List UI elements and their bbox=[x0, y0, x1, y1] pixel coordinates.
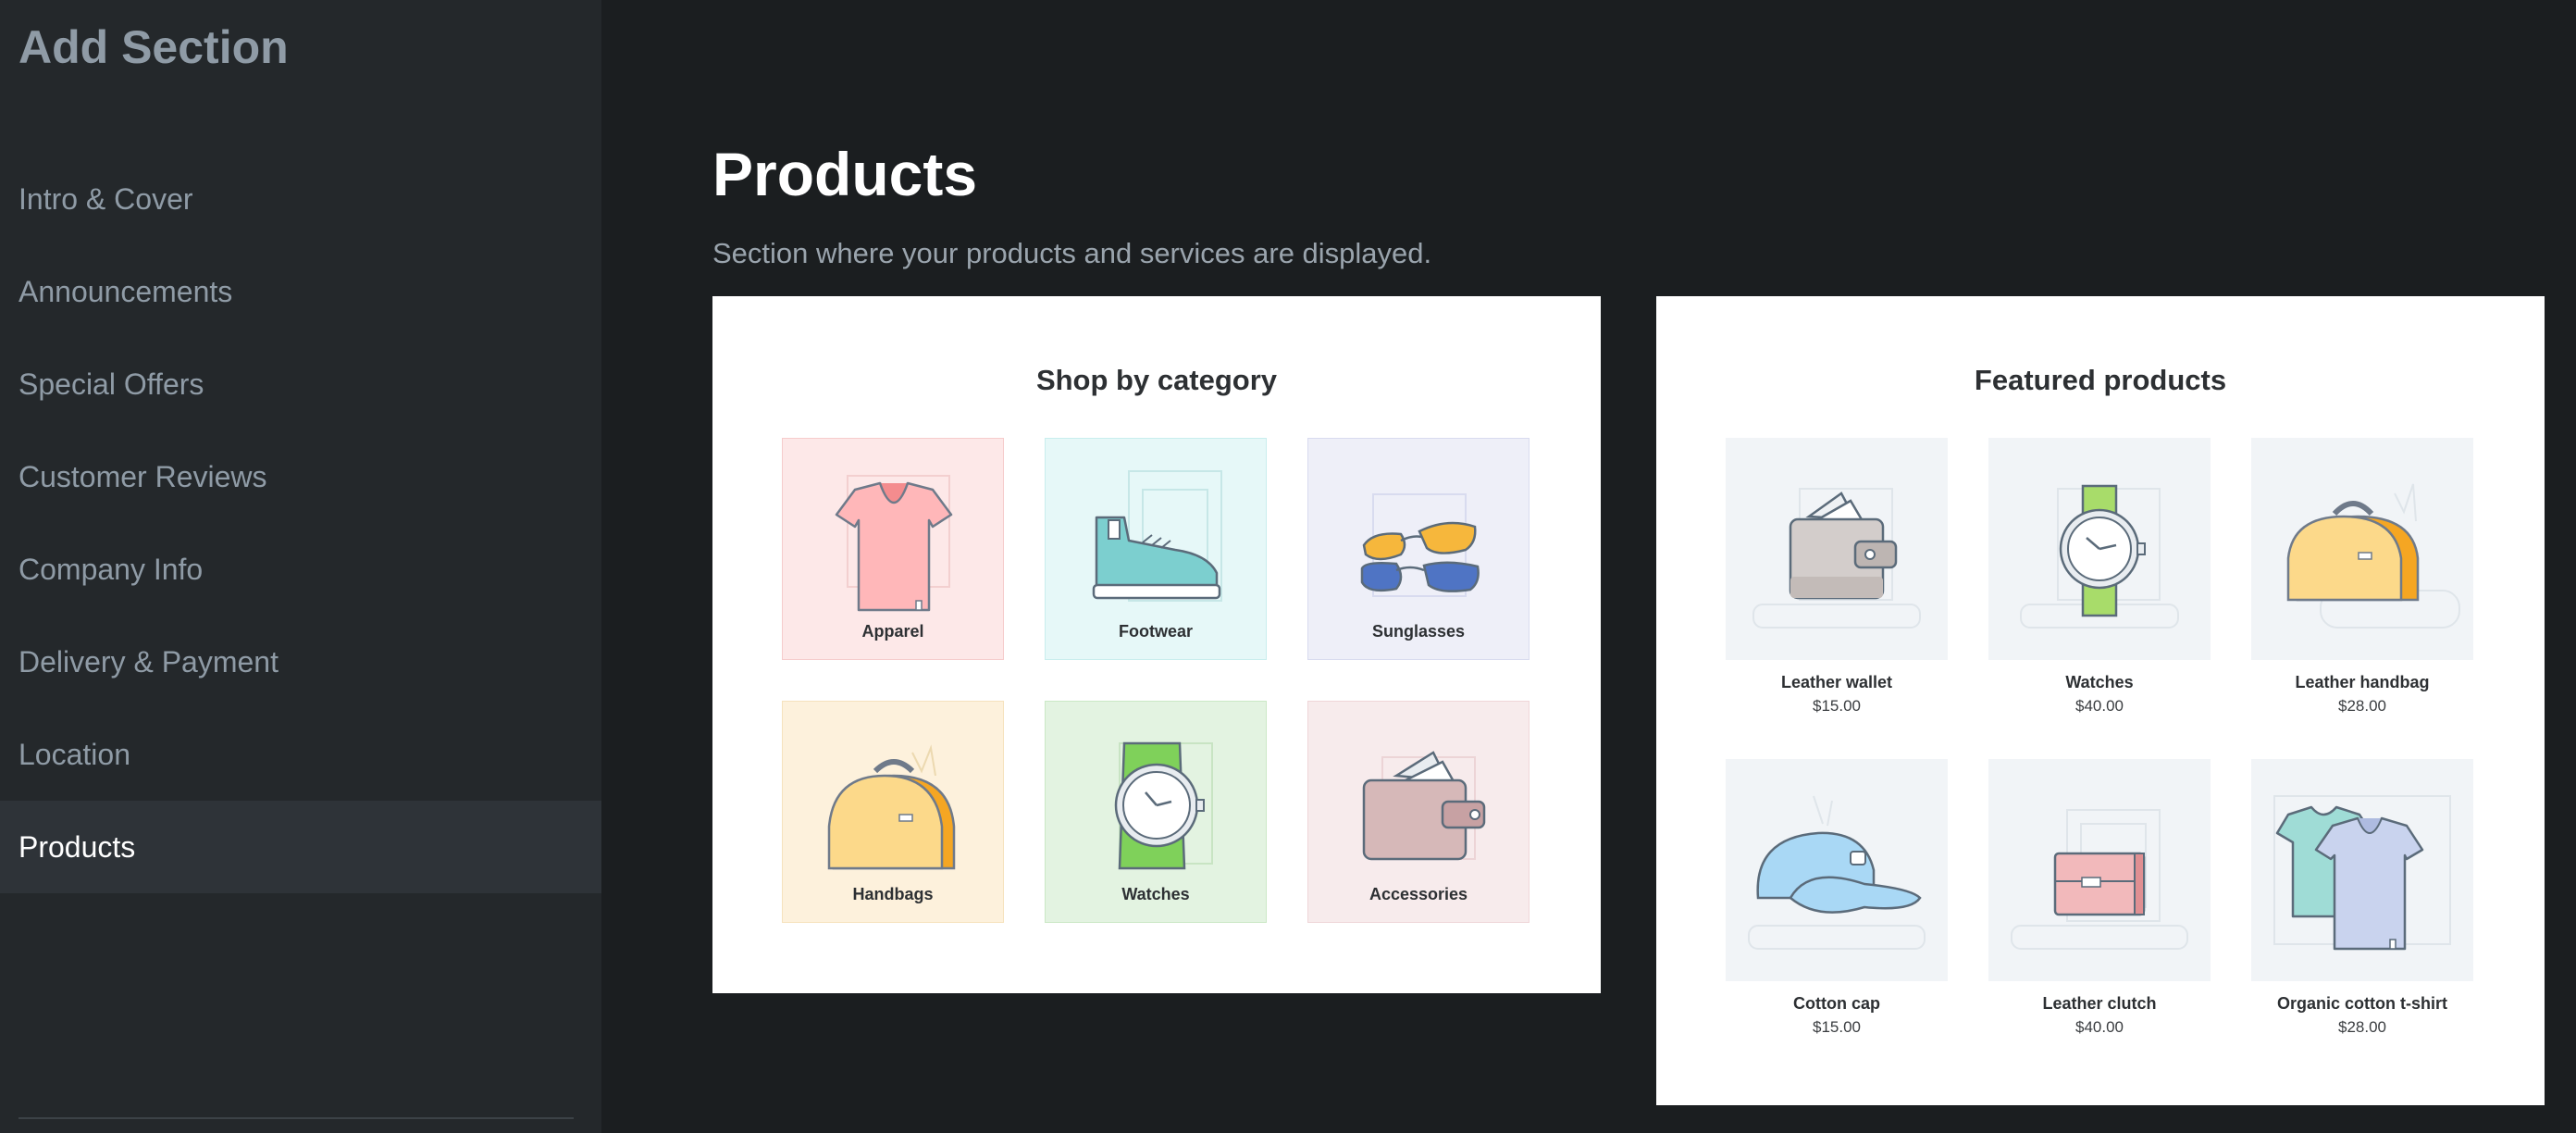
product-image bbox=[1988, 759, 2211, 981]
product-price: $40.00 bbox=[2075, 1018, 2124, 1036]
watch-icon bbox=[2020, 484, 2179, 629]
tile-label-watches: Watches bbox=[1121, 885, 1190, 903]
product-image bbox=[1988, 438, 2211, 660]
product-image bbox=[2251, 438, 2473, 660]
product-image bbox=[1726, 759, 1948, 981]
sidebar-item-announcements[interactable]: Announcements bbox=[0, 245, 601, 338]
product-name: Watches bbox=[2065, 673, 2134, 691]
category-tile-sunglasses[interactable]: Sunglasses bbox=[1307, 438, 1530, 660]
product-name: Leather wallet bbox=[1780, 673, 1893, 691]
featured-card-title: Featured products bbox=[1974, 364, 2227, 396]
product-price: $15.00 bbox=[1813, 1018, 1861, 1036]
product-name: Leather clutch bbox=[2042, 994, 2157, 1013]
tshirt-icon bbox=[2273, 795, 2451, 951]
page-title: Products bbox=[712, 140, 978, 208]
product-name: Cotton cap bbox=[1793, 994, 1880, 1013]
sidebar-item-intro-cover[interactable]: Intro & Cover bbox=[0, 153, 601, 245]
product-name: Organic cotton t-shirt bbox=[2277, 994, 2447, 1013]
featured-products-card[interactable]: Featured products Leather wallet $15.00 bbox=[1656, 296, 2545, 1105]
category-tile-accessories[interactable]: Accessories bbox=[1307, 701, 1530, 923]
product-price: $28.00 bbox=[2338, 1018, 2386, 1036]
product-image bbox=[2251, 759, 2473, 981]
clutch-icon bbox=[2011, 809, 2188, 950]
sidebar-item-delivery-payment[interactable]: Delivery & Payment bbox=[0, 616, 601, 708]
tile-label-footwear: Footwear bbox=[1118, 622, 1193, 641]
tile-label-sunglasses: Sunglasses bbox=[1371, 622, 1466, 641]
tile-label-apparel: Apparel bbox=[861, 622, 924, 641]
product-name: Leather handbag bbox=[2295, 673, 2430, 691]
sidebar-item-customer-reviews[interactable]: Customer Reviews bbox=[0, 430, 601, 523]
product-image bbox=[1726, 438, 1948, 660]
handbag-icon bbox=[2286, 483, 2460, 629]
tile-label-accessories: Accessories bbox=[1368, 885, 1468, 903]
sidebar-item-special-offers[interactable]: Special Offers bbox=[0, 338, 601, 430]
wallet-icon bbox=[1752, 488, 1921, 629]
category-tile-apparel[interactable]: Apparel bbox=[782, 438, 1004, 660]
product-price: $28.00 bbox=[2338, 697, 2386, 715]
tile-label-handbags: Handbags bbox=[852, 885, 934, 903]
category-tile-watches[interactable]: Watches bbox=[1045, 701, 1267, 923]
shop-by-category-card[interactable]: Shop by category Apparel Footwear Sungla… bbox=[712, 296, 1601, 993]
sidebar-divider bbox=[19, 1117, 574, 1119]
sidebar: Add Section Intro & Cover Announcements … bbox=[0, 0, 601, 1133]
sidebar-title: Add Section bbox=[19, 21, 289, 73]
product-price: $40.00 bbox=[2075, 697, 2124, 715]
sidebar-item-location[interactable]: Location bbox=[0, 708, 601, 801]
category-tile-handbags[interactable]: Handbags bbox=[782, 701, 1004, 923]
sidebar-item-products[interactable]: Products bbox=[0, 801, 601, 893]
cap-icon bbox=[1748, 795, 1926, 950]
category-card-title: Shop by category bbox=[1035, 364, 1278, 396]
category-tile-footwear[interactable]: Footwear bbox=[1045, 438, 1267, 660]
product-price: $15.00 bbox=[1813, 697, 1861, 715]
sidebar-item-company-info[interactable]: Company Info bbox=[0, 523, 601, 616]
page-subtitle: Section where your products and services… bbox=[712, 237, 1432, 269]
